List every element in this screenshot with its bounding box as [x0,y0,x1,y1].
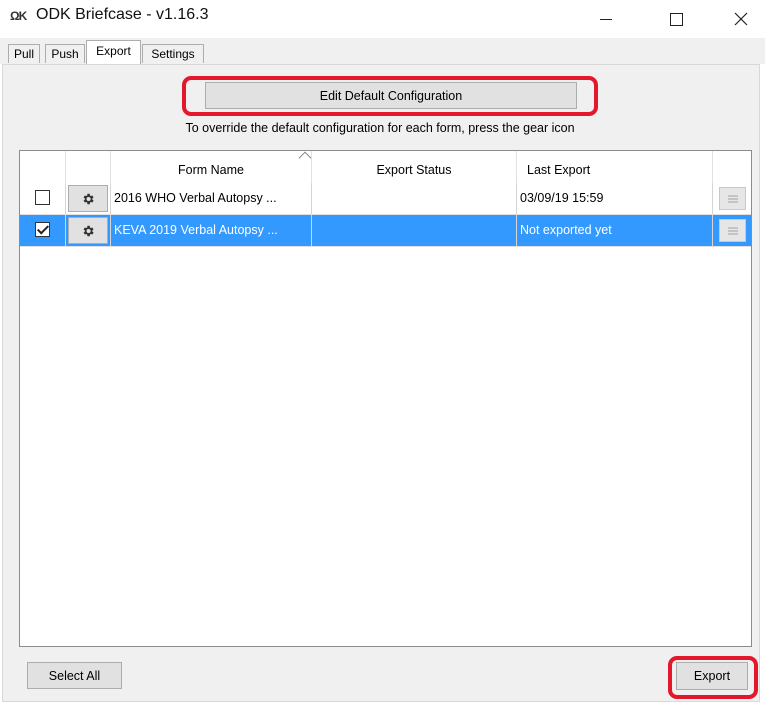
column-header-form-name[interactable]: Form Name [111,151,312,183]
table-header: Form Name Export Status Last Export [20,151,751,184]
row-detail-cell [713,215,751,246]
export-detail-button[interactable] [719,219,746,242]
select-all-button[interactable]: Select All [27,662,122,689]
row-checkbox-checked[interactable] [35,222,50,237]
row-checkbox[interactable] [35,190,50,205]
form-name-cell: KEVA 2019 Verbal Autopsy ... [111,215,312,246]
gear-icon [83,225,94,236]
table-row[interactable]: 2016 WHO Verbal Autopsy ... 03/09/19 15:… [20,183,751,215]
export-status-cell [312,183,517,214]
tab-strip: Pull Push Export Settings [0,38,765,64]
column-header-select[interactable] [20,151,66,183]
export-status-cell [312,215,517,246]
close-button[interactable] [718,0,764,38]
last-export-cell: 03/09/19 15:59 [517,183,713,214]
maximize-icon [669,12,683,26]
form-config-button[interactable] [68,185,108,212]
export-button[interactable]: Export [676,662,748,690]
row-select-cell [20,183,66,214]
column-header-detail[interactable] [713,151,751,183]
minimize-icon [600,18,612,20]
last-export-cell: Not exported yet [517,215,713,246]
app-logo-icon: ΩK [10,9,27,23]
column-header-last-export[interactable]: Last Export [517,151,713,183]
gear-icon [83,193,94,204]
export-detail-button[interactable] [719,187,746,210]
sort-ascending-icon [298,151,312,165]
list-detail-icon [727,226,738,235]
maximize-button[interactable] [653,0,699,38]
row-detail-cell [713,183,751,214]
row-select-cell [20,215,66,246]
minimize-button[interactable] [583,0,629,38]
title-bar: ΩK ODK Briefcase - v1.16.3 [0,0,765,38]
form-config-button[interactable] [68,217,108,244]
tab-push[interactable]: Push [45,44,85,63]
forms-table: Form Name Export Status Last Export 2016… [19,150,752,647]
column-header-export-status[interactable]: Export Status [312,151,517,183]
tab-export[interactable]: Export [86,40,141,64]
list-detail-icon [727,194,738,203]
edit-default-configuration-button[interactable]: Edit Default Configuration [205,82,577,109]
row-config-cell [66,215,111,246]
tab-pull[interactable]: Pull [8,44,40,63]
gear-hint-text: To override the default configuration fo… [185,121,575,135]
form-name-cell: 2016 WHO Verbal Autopsy ... [111,183,312,214]
tab-settings[interactable]: Settings [142,44,204,63]
export-panel: Edit Default Configuration To override t… [2,64,760,702]
close-icon [734,12,748,26]
row-config-cell [66,183,111,214]
column-header-config[interactable] [66,151,111,183]
column-header-form-name-label: Form Name [178,163,244,177]
table-row-selected[interactable]: KEVA 2019 Verbal Autopsy ... Not exporte… [20,215,751,247]
window-title: ODK Briefcase - v1.16.3 [36,6,209,23]
